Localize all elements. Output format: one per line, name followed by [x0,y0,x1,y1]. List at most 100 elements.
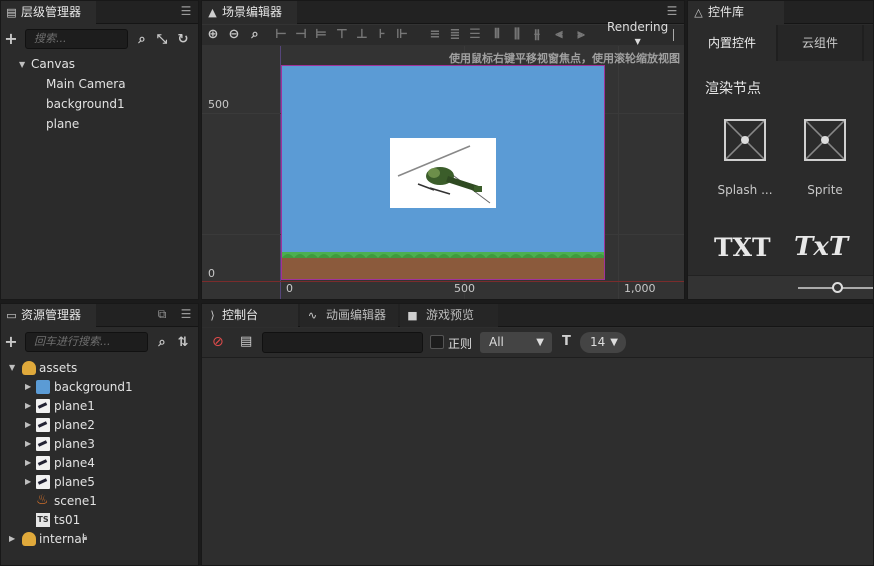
tab-scene-editor[interactable]: ▲ 场景编辑器 [202,1,297,24]
library-subtabs: 内置控件 云组件 [688,25,873,61]
tab-game-preview[interactable]: ■ 游戏预览 [400,304,498,327]
scene-toolbar: ⊕ ⊖ ⌕ ⊢ ⊣ ⊨ ⊤ ⊥ ⊦ ⊩ ≡ ≣ ☰ ⫴ ⫼ ⫵ ⫷ ⫸ Rend… [202,21,684,46]
tab-hierarchy[interactable]: ▤ 层级管理器 [1,1,96,24]
asset-item-plane4[interactable]: plane4 [54,455,95,471]
splash-item[interactable]: Splash ... [710,113,780,203]
zoom-in-icon[interactable]: ⊕ [206,28,220,42]
scene-hint: 使用鼠标右键平移视窗焦点，使用滚轮缩放视图 [449,52,680,65]
distribute-center-icon[interactable]: ⫼ [510,28,524,42]
expand-arrow-icon[interactable]: ▶ [25,436,31,452]
tab-animation-editor[interactable]: ∿ 动画编辑器 [300,304,398,327]
distribute-hv-icon[interactable]: ⫸ [574,28,588,42]
align-bottom2-icon[interactable]: ⊩ [395,28,409,42]
folder-icon [22,532,36,546]
expand-arrow-icon[interactable]: ▶ [25,398,31,414]
distribute-left-icon[interactable]: ⫴ [490,28,504,42]
ruler-label-bottom: 0 [286,282,293,295]
asset-item-plane5[interactable]: plane5 [54,474,95,490]
tab-assets[interactable]: ▭ 资源管理器 [1,304,96,327]
align-hcenter-icon[interactable]: ⊣ [294,28,308,42]
popout-icon[interactable]: ⧉ [156,308,168,320]
expand-arrow-icon[interactable]: ▶ [25,417,31,433]
zoom-out-icon[interactable]: ⊖ [227,28,241,42]
asset-item-internal[interactable]: internal [39,531,85,547]
asset-item-ts01[interactable]: ts01 [54,512,80,528]
plane-icon [36,418,50,432]
hierarchy-search-input[interactable]: 搜索... [25,29,128,49]
console-toolbar: ⊘ ▤ 正则 All ▼ T 14 ▼ [202,328,873,358]
asset-item-plane3[interactable]: plane3 [54,436,95,452]
expand-arrow-icon[interactable]: ▶ [25,379,31,395]
section-title: 渲染节点 [705,81,761,97]
tab-cloud[interactable]: 云组件 [778,25,862,61]
expand-arrow-icon[interactable]: ▶ [25,474,31,490]
expand-arrow-icon[interactable]: ▼ [19,57,25,73]
game-canvas[interactable] [281,65,605,280]
assets-panel: ▭ 资源管理器 ⧉ ☰ + 回车进行搜索... ⌕ ⇅ ▼ assets ▶ b… [0,303,199,566]
distribute-bottom-icon[interactable]: ☰ [468,28,482,42]
tree-node-background1[interactable]: background1 [46,96,125,112]
menu-icon[interactable]: ☰ [666,5,678,17]
asset-item-plane1[interactable]: plane1 [54,398,95,414]
camera-icon: ■ [407,309,418,322]
regex-checkbox[interactable] [430,335,444,349]
asset-item-plane2[interactable]: plane2 [54,417,95,433]
library-icon: △ [694,6,703,19]
menu-icon[interactable]: ☰ [180,308,192,320]
folder-icon [22,361,36,375]
add-icon[interactable]: + [4,334,18,350]
zoom-reset-icon[interactable]: ⌕ [248,28,262,42]
search-icon[interactable]: ⌕ [135,33,149,47]
search-icon[interactable]: ⌕ [155,336,169,350]
assets-search-input[interactable]: 回车进行搜索... [25,332,148,352]
distribute-h-icon[interactable]: ⫷ [552,28,566,42]
rendering-dropdown[interactable]: Rendering ▼ [607,21,668,48]
tab-more[interactable] [864,25,873,61]
console-log-area[interactable] [202,359,873,565]
menu-icon[interactable]: ☰ [180,5,192,17]
assets-title: 资源管理器 [21,308,82,322]
align-vcenter-icon[interactable]: ⊥ [355,28,369,42]
plane-sprite[interactable] [390,138,496,208]
expand-arrow-icon[interactable]: ▼ [9,360,15,376]
assets-tabbar: ▭ 资源管理器 ⧉ ☰ [1,304,198,327]
font-size-select[interactable]: 14 ▼ [580,332,626,353]
asset-item-scene1[interactable]: scene1 [54,493,97,509]
tab-console[interactable]: ⟩ 控制台 [202,304,298,327]
log-file-icon[interactable]: ▤ [240,335,254,349]
align-left-icon[interactable]: ⊢ [274,28,288,42]
log-level-select[interactable]: All ▼ [480,332,552,353]
collapse-icon[interactable]: ⤡ [155,33,169,47]
plane-icon [36,399,50,413]
zoom-slider-handle[interactable] [832,282,843,293]
asset-item-assets[interactable]: assets [39,360,77,376]
asset-item-background1[interactable]: background1 [54,379,133,395]
tab-library[interactable]: △ 控件库 [688,1,784,24]
rendering-label: Rendering [607,20,669,34]
console-icon: ⟩ [210,309,215,322]
distribute-top-icon[interactable]: ≡ [428,28,442,42]
tree-node-canvas[interactable]: Canvas [31,56,75,72]
refresh-icon[interactable]: ↻ [176,33,190,47]
expand-arrow-icon[interactable]: ▶ [25,455,31,471]
tab-builtin[interactable]: 内置控件 [688,25,776,61]
clear-icon[interactable]: ⊘ [212,335,226,349]
sort-icon[interactable]: ⇅ [176,336,190,350]
align-right-icon[interactable]: ⊨ [314,28,328,42]
label-item[interactable]: TXT [714,233,771,262]
tree-node-main-camera[interactable]: Main Camera [46,76,126,92]
distribute-right-icon[interactable]: ⫵ [530,28,544,42]
tree-node-plane[interactable]: plane [46,116,79,132]
ruler-label-bottom: 1,000 [624,282,656,295]
align-bottom-icon[interactable]: ⊦ [375,28,389,42]
helicopter-image [397,145,491,204]
distribute-middle-icon[interactable]: ≣ [448,28,462,42]
expand-arrow-icon[interactable]: ▶ [9,531,15,547]
add-icon[interactable]: + [4,31,18,47]
console-filter-input[interactable] [262,332,423,353]
sprite-item[interactable]: Sprite [790,113,860,203]
console-panel: ⟩ 控制台 ∿ 动画编辑器 ■ 游戏预览 ⊘ ▤ 正则 All ▼ T 14 ▼ [201,303,874,566]
align-top-icon[interactable]: ⊤ [335,28,349,42]
scene-viewport[interactable]: 使用鼠标右键平移视窗焦点，使用滚轮缩放视图 500 0 0 500 1,000 [202,46,684,299]
richtext-item[interactable]: TxT [794,232,848,262]
